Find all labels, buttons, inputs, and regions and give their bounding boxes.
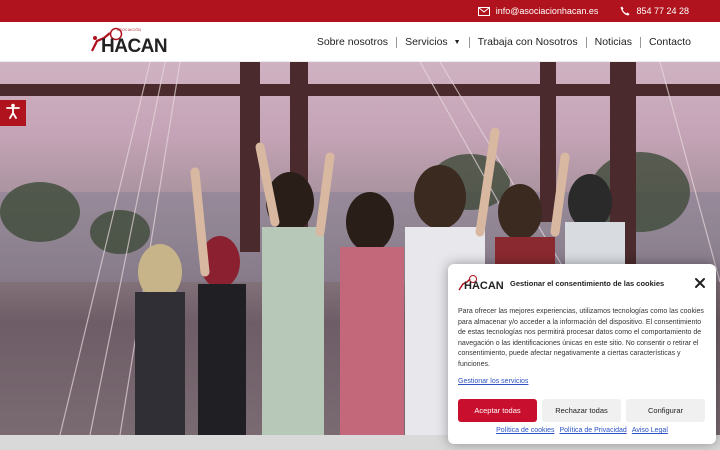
accessibility-button[interactable]: [0, 100, 26, 126]
logo-subtext: ASOCIACIÓN: [117, 28, 141, 32]
nav-trabaja[interactable]: Trabaja con Nosotros: [478, 36, 578, 48]
close-icon[interactable]: [693, 276, 707, 290]
top-bar: info@asociacionhacan.es 854 77 24 28: [0, 0, 720, 22]
nav-divider: [396, 36, 398, 48]
cookie-consent-dialog: HACAN Gestionar el consentimiento de las…: [448, 264, 716, 444]
accessibility-icon: [5, 103, 21, 124]
main-nav: Sobre nosotros Servicios ▼ Trabaja con N…: [317, 22, 691, 62]
phone-contact[interactable]: 854 77 24 28: [620, 6, 689, 16]
nav-noticias[interactable]: Noticias: [595, 36, 632, 48]
cookie-dialog-title: Gestionar el consentimiento de las cooki…: [510, 279, 665, 288]
nav-sobre-nosotros[interactable]: Sobre nosotros: [317, 36, 388, 48]
cookie-logo-text: HACAN: [464, 280, 504, 292]
site-header: ASOCIACIÓN HACAN Sobre nosotros Servicio…: [0, 22, 720, 62]
configure-button[interactable]: Configurar: [626, 399, 705, 422]
privacy-policy-link[interactable]: Política de Privacidad: [559, 427, 626, 434]
cookie-message: Para ofrecer las mejores experiencias, u…: [458, 308, 704, 368]
email-text: info@asociacionhacan.es: [495, 6, 599, 16]
phone-text: 854 77 24 28: [636, 6, 689, 16]
email-contact[interactable]: info@asociacionhacan.es: [477, 6, 599, 16]
accept-all-button[interactable]: Aceptar todas: [458, 399, 537, 422]
site-logo[interactable]: ASOCIACIÓN HACAN: [90, 25, 168, 59]
phone-icon: [620, 6, 630, 16]
cookie-policy-links: Política de cookies Política de Privacid…: [448, 427, 716, 434]
cookie-dialog-logo: HACAN: [458, 274, 504, 296]
nav-servicios[interactable]: Servicios ▼: [405, 36, 461, 48]
cookie-policy-link[interactable]: Política de cookies: [496, 427, 554, 434]
nav-divider: [639, 36, 641, 48]
nav-servicios-label: Servicios: [405, 36, 448, 48]
caret-down-icon: ▼: [453, 38, 461, 46]
manage-services-link[interactable]: Gestionar los servicios: [458, 378, 528, 385]
reject-all-button[interactable]: Rechazar todas: [542, 399, 621, 422]
logo-text: HACAN: [101, 36, 168, 57]
nav-divider: [468, 36, 470, 48]
nav-contacto[interactable]: Contacto: [649, 36, 691, 48]
legal-notice-link[interactable]: Aviso Legal: [632, 427, 668, 434]
nav-divider: [585, 36, 587, 48]
envelope-icon: [477, 6, 490, 16]
